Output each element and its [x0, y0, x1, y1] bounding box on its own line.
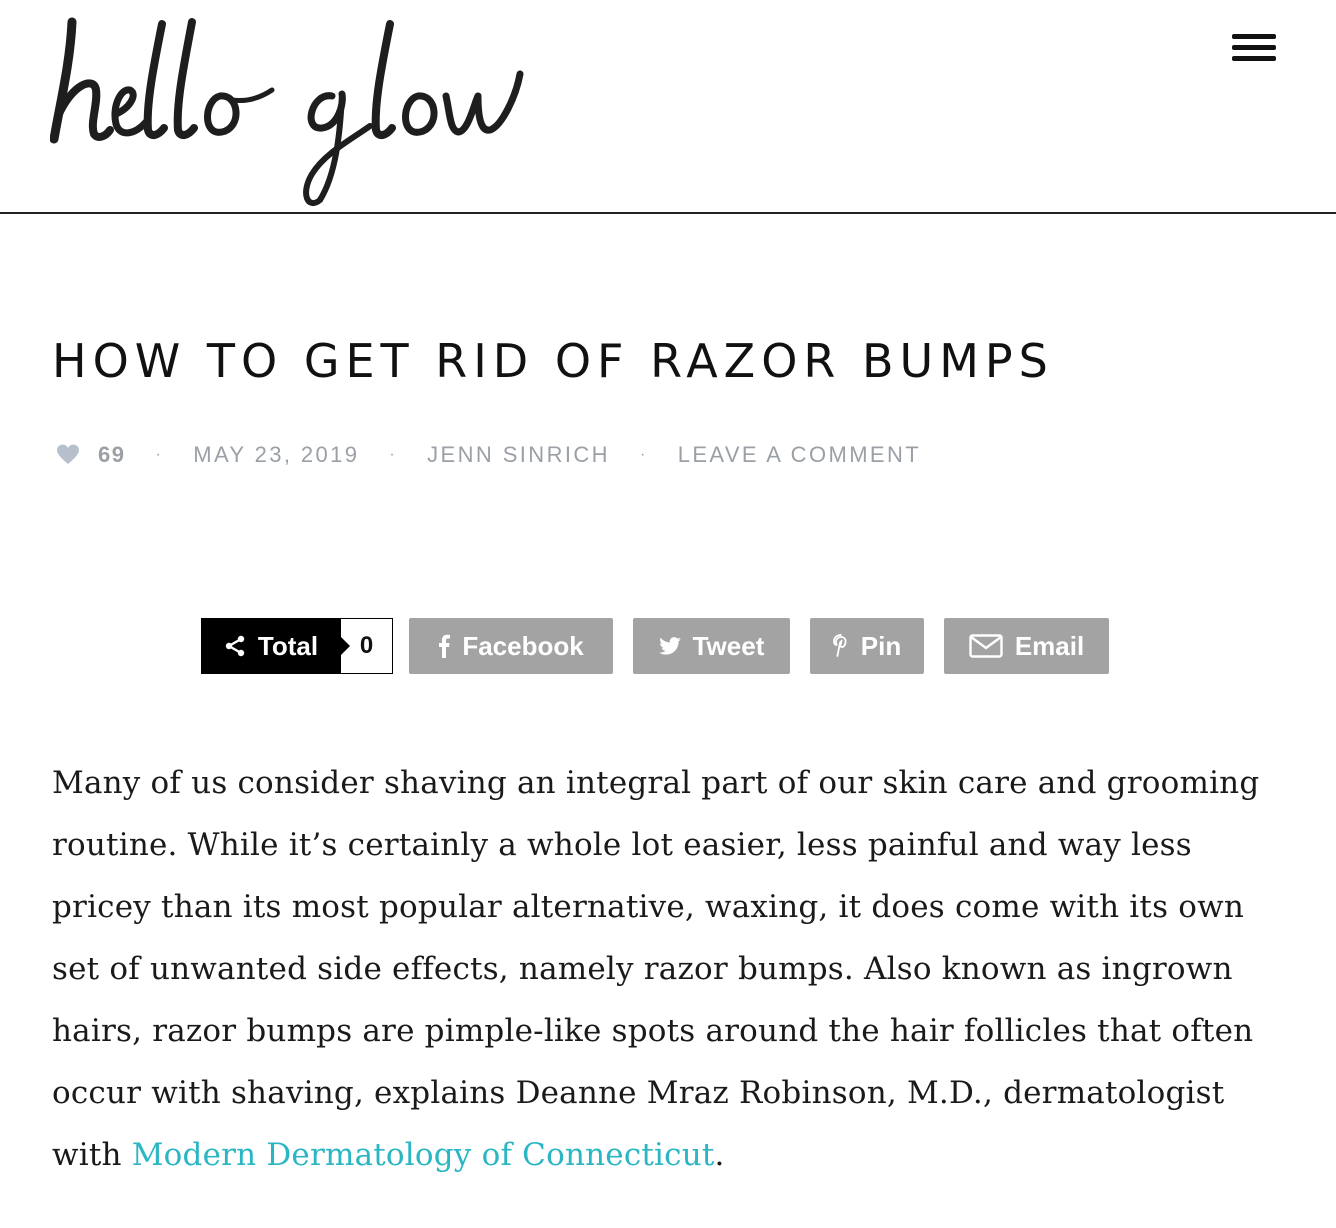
email-share-button[interactable]: Email [944, 618, 1109, 674]
share-total: Total 0 [201, 618, 393, 674]
modern-dermatology-link[interactable]: Modern Dermatology of Connecticut [132, 1137, 715, 1173]
tweet-share-button[interactable]: Tweet [633, 618, 790, 674]
total-text: Total [257, 630, 319, 661]
meta-separator: · [155, 446, 164, 463]
post-meta: 69 · MAY 23, 2019 · JENN SINRICH · LEAVE… [56, 440, 921, 470]
facebook-label: Facebook [462, 630, 584, 661]
envelope-icon [969, 634, 1003, 658]
menu-bar [1232, 56, 1276, 61]
meta-separator: · [639, 446, 648, 463]
pin-label: Pin [860, 630, 902, 661]
hamburger-menu-icon[interactable] [1232, 34, 1276, 64]
article-paragraph: Many of us consider shaving an integral … [52, 752, 1292, 1186]
facebook-icon [439, 634, 451, 658]
pinterest-share-button[interactable]: Pin [810, 618, 924, 674]
post-date: MAY 23, 2019 [193, 442, 360, 467]
facebook-share-button[interactable]: Facebook [409, 618, 613, 674]
menu-bar [1232, 45, 1276, 50]
paragraph-end: . [714, 1137, 725, 1173]
menu-bar [1232, 34, 1276, 39]
heart-icon[interactable] [56, 443, 80, 467]
share-bar: Total 0 Facebook Tweet Pin Email [201, 618, 1109, 674]
email-label: Email [1014, 630, 1085, 661]
author-link[interactable]: JENN SINRICH [427, 442, 610, 468]
share-icon [225, 635, 245, 657]
share-total-label: Total [201, 618, 350, 674]
meta-separator: · [389, 446, 398, 463]
post-title: HOW TO GET RID OF RAZOR BUMPS [52, 334, 1054, 388]
tweet-label: Tweet [692, 630, 765, 661]
twitter-icon [658, 637, 681, 655]
site-header [0, 0, 1336, 214]
leave-comment-link[interactable]: LEAVE A COMMENT [678, 442, 921, 468]
pinterest-icon [832, 634, 847, 657]
paragraph-text: Many of us consider shaving an integral … [52, 765, 1260, 1173]
hello-glow-logo[interactable] [49, 4, 530, 210]
like-count[interactable]: 69 [98, 442, 125, 468]
